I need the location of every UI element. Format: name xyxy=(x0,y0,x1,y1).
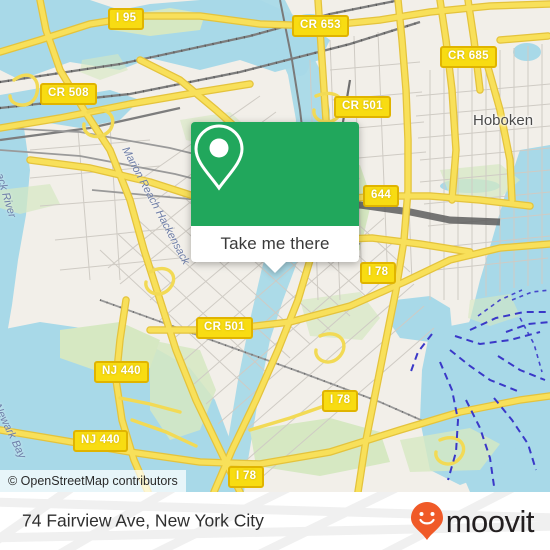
road-shield: NJ 440 xyxy=(73,430,128,452)
place-label-hoboken: Hoboken xyxy=(473,112,534,129)
footer-bar: 74 Fairview Ave, New York City moovit xyxy=(0,492,550,550)
road-shield: CR 653 xyxy=(292,15,349,37)
popup-tail xyxy=(264,262,286,273)
destination-popup[interactable]: Take me there xyxy=(191,122,359,273)
road-shield: I 95 xyxy=(108,8,145,30)
moovit-pin-smile-icon xyxy=(410,502,443,540)
road-shield: 644 xyxy=(363,185,400,207)
road-shield: CR 501 xyxy=(334,96,391,118)
screenshot-root: I 95 CR 653 CR 685 CR 508 CR 501 644 I 7… xyxy=(0,0,550,550)
road-shield: CR 501 xyxy=(196,317,253,339)
road-shield: I 78 xyxy=(360,262,397,284)
map-attribution: © OpenStreetMap contributors xyxy=(0,470,186,492)
road-shield: NJ 440 xyxy=(94,361,149,383)
popup-action-bar[interactable]: Take me there xyxy=(191,226,359,273)
map-pin-icon xyxy=(194,124,244,191)
road-shield: CR 685 xyxy=(440,46,497,68)
map-canvas[interactable]: I 95 CR 653 CR 685 CR 508 CR 501 644 I 7… xyxy=(0,0,550,492)
road-shield: I 78 xyxy=(228,466,265,488)
take-me-there-label: Take me there xyxy=(220,234,330,253)
popup-icon-area xyxy=(191,122,359,226)
moovit-wordmark: moovit xyxy=(445,503,535,539)
moovit-logo: moovit xyxy=(410,501,535,541)
road-shield: CR 508 xyxy=(40,83,97,105)
road-shield: I 78 xyxy=(322,390,359,412)
address-label: 74 Fairview Ave, New York City xyxy=(22,510,264,531)
